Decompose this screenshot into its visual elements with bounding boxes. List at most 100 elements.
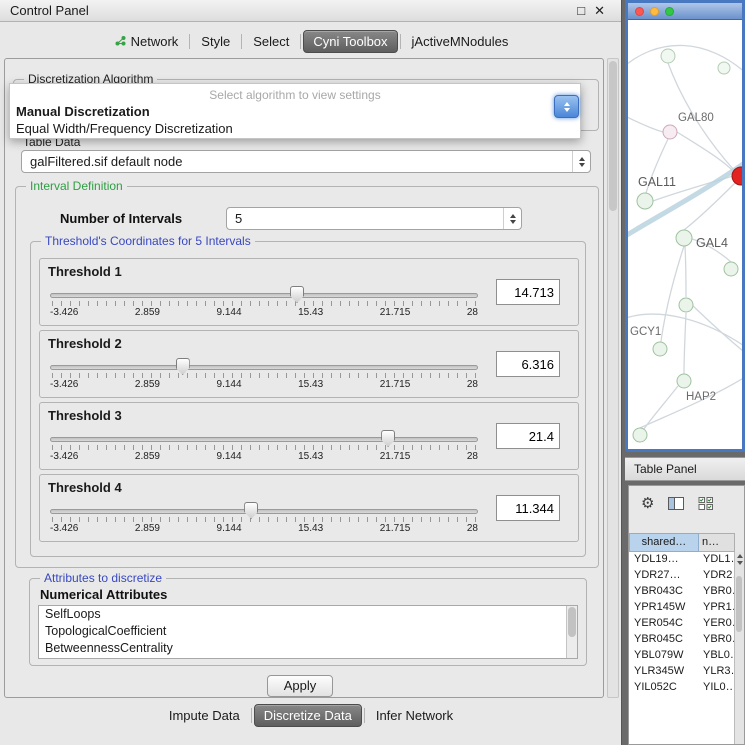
table-row[interactable]: YLR345WYLR3… (629, 664, 734, 680)
table-cell[interactable]: YLR345W (629, 664, 699, 680)
slider-track[interactable] (50, 365, 478, 370)
table-row[interactable]: YBR043CYBR0… (629, 584, 734, 600)
table-row[interactable]: YBL079WYBL0… (629, 648, 734, 664)
threshold-value-field[interactable] (496, 279, 560, 305)
list-scrollbar[interactable] (566, 606, 577, 658)
table-data-value: galFiltered.sif default node (30, 151, 568, 172)
table-cell[interactable]: YDR27… (629, 568, 699, 584)
tab-discretize-data[interactable]: Discretize Data (254, 704, 362, 727)
table-cell[interactable]: YBR0… (699, 584, 734, 600)
scrollbar-arrows[interactable] (735, 554, 744, 565)
table-row[interactable]: YBR045CYBR0… (629, 632, 734, 648)
slider-track[interactable] (50, 509, 478, 514)
scrollbar-thumb[interactable] (736, 576, 742, 632)
table-cell[interactable]: YDL19… (629, 552, 699, 568)
table-cell[interactable]: YDR2… (699, 568, 734, 584)
scrollbar-thumb[interactable] (568, 607, 576, 637)
menu-item-manual-discretization[interactable]: Manual Discretization (10, 103, 580, 120)
menu-item-equal-width-frequency[interactable]: Equal Width/Frequency Discretization (10, 120, 580, 137)
tab-select[interactable]: Select (244, 31, 298, 52)
network-canvas[interactable]: GAL80 GAL11 GAL4 GCY1 HAP2 (628, 20, 742, 449)
float-window-icon[interactable]: □ (577, 3, 585, 19)
table-cell[interactable]: YBL079W (629, 648, 699, 664)
columns-layout-icon[interactable] (668, 497, 684, 510)
table-header-row: shared… n… (629, 533, 735, 552)
network-node-gal80[interactable] (663, 125, 677, 139)
tab-network[interactable]: Network (105, 31, 188, 52)
algorithm-dropdown-menu: Select algorithm to view settings Manual… (9, 83, 581, 139)
minimize-traffic-light[interactable] (650, 7, 659, 16)
zoom-traffic-light[interactable] (665, 7, 674, 16)
table-cell[interactable]: YLR3… (699, 664, 734, 680)
combo-stepper-icon[interactable] (572, 151, 590, 172)
table-cell[interactable]: YPR1… (699, 600, 734, 616)
network-node[interactable] (633, 428, 647, 442)
slider-tick-label: -3.426 (50, 523, 78, 534)
slider-track[interactable] (50, 293, 478, 298)
threshold-slider[interactable]: -3.4262.8599.14415.4321.71528 (50, 429, 478, 467)
slider-tick-label: 9.144 (217, 379, 242, 390)
scrollbar-thumb[interactable] (609, 61, 617, 211)
network-node[interactable] (718, 62, 730, 74)
algorithm-combo-stepper[interactable] (554, 95, 579, 118)
slider-track[interactable] (50, 437, 478, 442)
close-traffic-light[interactable] (635, 7, 644, 16)
list-item[interactable]: BetweennessCentrality (39, 640, 577, 657)
table-cell[interactable]: YIL052C (629, 680, 699, 696)
table-cell[interactable]: YDL1… (699, 552, 734, 568)
network-node-gal11[interactable] (637, 193, 653, 209)
network-node-gcy1[interactable] (653, 342, 667, 356)
table-cell[interactable]: YBL0… (699, 648, 734, 664)
list-item[interactable]: TopologicalCoefficient (39, 623, 577, 640)
table-row[interactable]: YDL19…YDL1… (629, 552, 734, 568)
number-of-intervals-combo[interactable]: 5 (226, 207, 522, 230)
network-icon (114, 35, 127, 47)
table-row[interactable]: YPR145WYPR1… (629, 600, 734, 616)
slider-tick-label: 2.859 (135, 379, 160, 390)
threshold-panel-3: Threshold 3 -3.4262.8599.14415.4321.7152… (39, 402, 579, 470)
table-cell[interactable]: YER0… (699, 616, 734, 632)
threshold-slider[interactable]: -3.4262.8599.14415.4321.71528 (50, 501, 478, 539)
table-row[interactable]: YIL052CYIL0… (629, 680, 734, 696)
combo-stepper-icon[interactable] (503, 208, 521, 229)
network-node[interactable] (679, 298, 693, 312)
table-cell[interactable]: YBR043C (629, 584, 699, 600)
column-header-name[interactable]: n… (699, 533, 735, 552)
network-node[interactable] (724, 262, 738, 276)
table-scrollbar[interactable] (734, 552, 744, 744)
tab-impute-data[interactable]: Impute Data (160, 705, 249, 726)
tab-jactivemodules[interactable]: jActiveMNodules (403, 31, 518, 52)
network-node-gal4[interactable] (676, 230, 692, 246)
threshold-slider[interactable]: -3.4262.8599.14415.4321.71528 (50, 357, 478, 395)
list-item[interactable]: SelfLoops (39, 606, 577, 623)
table-data-combo[interactable]: galFiltered.sif default node (21, 150, 591, 173)
group-title: Interval Definition (26, 179, 127, 193)
network-node-hap2[interactable] (677, 374, 691, 388)
column-header-shared-name[interactable]: shared… (629, 533, 699, 552)
table-cell[interactable]: YBR0… (699, 632, 734, 648)
table-cell[interactable]: YER054C (629, 616, 699, 632)
close-icon[interactable]: ✕ (594, 3, 605, 19)
control-panel-scrollbar[interactable] (607, 58, 619, 698)
slider-tick-label: 28 (467, 379, 478, 390)
number-of-intervals-value: 5 (235, 208, 499, 229)
attributes-group: Attributes to discretize Numerical Attri… (29, 578, 587, 666)
apply-button[interactable]: Apply (267, 675, 333, 697)
table-cell[interactable]: YBR045C (629, 632, 699, 648)
threshold-value-field[interactable] (496, 495, 560, 521)
table-row[interactable]: YER054CYER0… (629, 616, 734, 632)
tab-style[interactable]: Style (192, 31, 239, 52)
threshold-slider[interactable]: -3.4262.8599.14415.4321.71528 (50, 285, 478, 323)
table-cell[interactable]: YIL0… (699, 680, 734, 696)
table-row[interactable]: YDR27…YDR2… (629, 568, 734, 584)
threshold-value-field[interactable] (496, 423, 560, 449)
tab-cyni-toolbox[interactable]: Cyni Toolbox (303, 30, 397, 53)
network-window-titlebar[interactable] (628, 3, 742, 20)
slider-tick-label: 21.715 (380, 307, 411, 318)
row-selection-icons[interactable] (698, 497, 720, 510)
network-node[interactable] (661, 49, 675, 63)
tab-infer-network[interactable]: Infer Network (367, 705, 462, 726)
settings-gear-icon[interactable]: ⚙ (641, 496, 654, 511)
table-cell[interactable]: YPR145W (629, 600, 699, 616)
threshold-value-field[interactable] (496, 351, 560, 377)
